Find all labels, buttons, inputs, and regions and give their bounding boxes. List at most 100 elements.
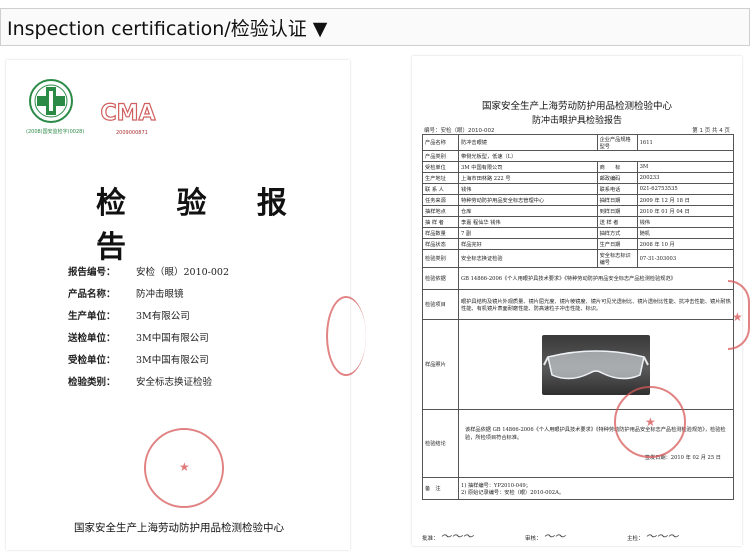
info-value: 3M中国有限公司 (136, 355, 209, 366)
table-cell: 生产地址 (422, 172, 459, 184)
table-cell: 安全标志标识编号 (596, 249, 638, 268)
cover-info-list: 报告编号： 安检（眼）2010-002 产品名称： 防冲击眼镜 生产单位： 3M… (68, 264, 229, 396)
red-stamp-icon: ★ (144, 428, 224, 508)
info-row: 受检单位： 3M中国有限公司 (68, 352, 229, 374)
header-title[interactable]: Inspection certification/检验认证 ▼ (7, 14, 327, 41)
seal-caption: (2008)国安监检字(0028) (26, 129, 85, 135)
info-label: 送检单位： (68, 333, 116, 344)
table-cell: 产品类别 (422, 150, 459, 162)
table-row: 样品数量 7 副 抽样方式 随机 (422, 227, 735, 239)
table-cell: 样品状态 (422, 238, 459, 250)
table-cell: 联 系 人 (422, 183, 459, 195)
stamp-star-icon: ★ (179, 460, 190, 474)
table-cell: 商 标 (596, 161, 638, 173)
table-cell: 抽样方式 (596, 227, 638, 239)
report-subtitle: 防冲击眼护具检验报告 (531, 116, 622, 126)
table-cell: 7 副 (458, 227, 598, 239)
table-row: 检验依据 GB 14866-2006《个人用眼护具技术要求》《特种劳动防护用品安… (422, 267, 734, 290)
table-cell: 抽样日期 (596, 194, 638, 206)
basis-value: GB 14866-2006《个人用眼护具技术要求》《特种劳动防护用品安全标志产品… (458, 267, 734, 290)
table-row: 备 注 1) 抽样编号：YP2010-049； 2) 原始记录编号：安检（眼）2… (422, 477, 734, 500)
table-row: 联 系 人 钱伟 联系电话 021-62753535 (422, 183, 735, 195)
reviewer-signature-icon: 〜〜 (543, 530, 566, 543)
info-value: 安全标志换证检验 (136, 377, 213, 388)
table-row: 抽样地点 仓库 到样日期 2010 年 01 月 04 日 (422, 205, 735, 217)
info-label: 报告编号： (68, 267, 116, 278)
table-row: 样品状态 样品完好 生产日期 2008 年 10 月 (422, 238, 735, 250)
header-bar[interactable]: Inspection certification/检验认证 ▼ (0, 8, 750, 46)
table-cell: 仓库 (458, 205, 598, 217)
info-value: 3M中国有限公司 (136, 333, 209, 344)
table-cell: 带侧光板型，低速（L） (458, 150, 734, 162)
sample-photo-cell (458, 319, 734, 410)
cma-number: 2009000871 (116, 130, 148, 136)
table-cell: 抽样地点 (422, 205, 459, 217)
edge-stamp-icon: ★ (728, 280, 750, 350)
safety-cross-seal-icon (29, 79, 73, 123)
remark-line: 1) 抽样编号：YP2010-049； (461, 482, 531, 489)
info-value: 防冲击眼镜 (136, 289, 184, 300)
table-cell: 2008 年 10 月 (636, 238, 735, 250)
remark-line: 2) 原始记录编号：安检（眼）2010-002A。 (461, 489, 565, 496)
table-cell: 随机 (636, 227, 735, 239)
half-stamp-icon (326, 296, 366, 376)
info-row: 报告编号： 安检（眼）2010-002 (68, 264, 229, 286)
conclusion-label: 检验结论 (422, 409, 459, 478)
report-cover-page: (2008)国安监检字(0028) CMA 2009000871 检 验 报 告… (6, 60, 366, 550)
info-label: 检验类别： (68, 377, 116, 388)
stamp-star-icon: ★ (732, 310, 743, 324)
items-value: 眼护具结构及镜片外观质量、镜片屈光度、镜片棱镜度、镜片可见光透射比、镜片透射比性… (458, 289, 734, 320)
table-row: 产品类别 带侧光板型，低速（L） (422, 150, 734, 162)
remark-label: 备 注 (422, 477, 459, 500)
table-row: 受检单位 3M 中国有限公司 商 标 3M (422, 161, 735, 173)
table-cell: 到样日期 (596, 205, 638, 217)
info-label: 受检单位： (68, 355, 116, 366)
table-cell: 021-62753535 (636, 183, 735, 195)
signature-row: 批准： 〜〜〜 审核： 〜〜 主检： 〜〜〜 (422, 528, 734, 544)
table-cell: 1611 (636, 134, 735, 151)
approver-signature-icon: 〜〜〜 (440, 530, 474, 543)
red-stamp-icon: ★ (614, 386, 686, 458)
report-title: 国家安全生产上海劳动防护用品检测检验中心 (481, 101, 672, 112)
table-cell: 安全标志换证检验 (458, 249, 598, 268)
table-cell: 钱伟 (458, 183, 598, 195)
table-row: 产品名称 防冲击眼镜 企业产品规格型号 1611 (422, 134, 735, 151)
table-cell: 钱伟 (636, 216, 735, 228)
table-row: 检验项目 眼护具结构及镜片外观质量、镜片屈光度、镜片棱镜度、镜片可见光透射比、镜… (422, 289, 734, 320)
table-cell: 产品名称 (422, 134, 459, 151)
table-cell: 样品完好 (458, 238, 598, 250)
table-cell: 受检单位 (422, 161, 459, 173)
approver-label: 批准： (422, 536, 439, 542)
cma-text: CMA (100, 101, 155, 126)
main-inspector-label: 主检： (627, 536, 644, 542)
table-cell: 200233 (636, 172, 735, 184)
report-number: 编号：安检（眼）2010-002 (424, 128, 495, 134)
info-row: 产品名称： 防冲击眼镜 (68, 286, 229, 308)
table-cell: 上海市田林路 222 号 (458, 172, 598, 184)
table-cell: 抽 样 者 (422, 216, 459, 228)
reviewer-label: 审核： (525, 536, 542, 542)
conclusion-text: 该样品依据 GB 14866-2006《个人用眼护具技术要求》《特种劳动防护用品… (465, 427, 726, 441)
info-row: 送检单位： 3M中国有限公司 (68, 330, 229, 352)
remarks-cell: 1) 抽样编号：YP2010-049； 2) 原始记录编号：安检（眼）2010-… (458, 477, 734, 500)
info-label: 产品名称： (68, 289, 116, 300)
table-cell: 3M (636, 161, 735, 173)
conclusion-cell: 该样品依据 GB 14866-2006《个人用眼护具技术要求》《特种劳动防护用品… (458, 409, 734, 478)
table-row: 生产地址 上海市田林路 222 号 邮政编码 200233 (422, 172, 735, 184)
sample-photo (542, 334, 650, 395)
table-row: 抽 样 者 李嘉 程仙华 钱伟 送 样 者 钱伟 (422, 216, 735, 228)
table-cell: 2009 年 12 月 18 日 (636, 194, 735, 206)
table-cell: 特种劳动防护用品安全标志管理中心 (458, 194, 598, 206)
table-cell: 07-31-303003 (636, 249, 735, 268)
table-cell: 防冲击眼镜 (458, 134, 598, 151)
table-row: 样品照片 (422, 319, 734, 410)
items-label: 检验项目 (422, 289, 459, 320)
table-cell: 联系电话 (596, 183, 638, 195)
table-cell: 李嘉 程仙华 钱伟 (458, 216, 598, 228)
inspection-report-page: 国家安全生产上海劳动防护用品检测检验中心 防冲击眼护具检验报告 编号：安检（眼）… (412, 56, 742, 546)
table-row: 检验类别 安全标志换证检验 安全标志标识编号 07-31-303003 (422, 249, 735, 268)
table-cell: 3M 中国有限公司 (458, 161, 598, 173)
info-row: 检验类别： 安全标志换证检验 (68, 374, 229, 396)
info-row: 生产单位： 3M有限公司 (68, 308, 229, 330)
table-cell: 邮政编码 (596, 172, 638, 184)
